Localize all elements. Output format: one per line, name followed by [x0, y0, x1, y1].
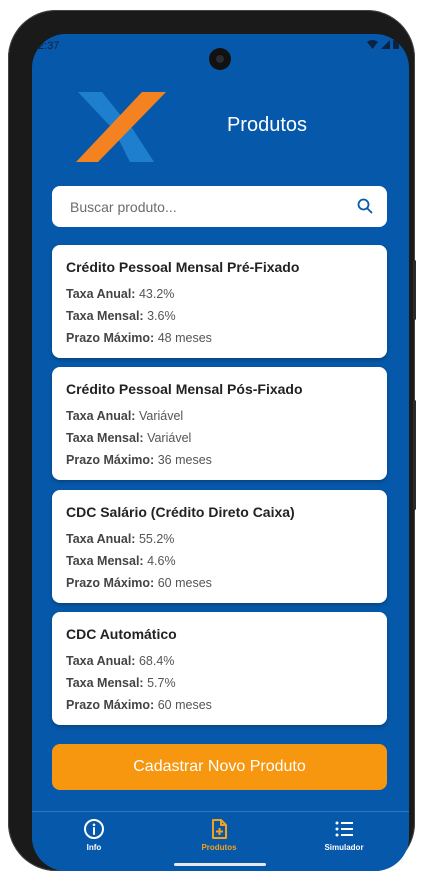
- tab-info[interactable]: Info: [54, 818, 134, 852]
- product-name: Crédito Pessoal Mensal Pré-Fixado: [66, 259, 300, 275]
- product-card[interactable]: CDC Automático Taxa Anual: 68.4% Taxa Me…: [52, 612, 387, 725]
- product-card[interactable]: Crédito Pessoal Mensal Pré-Fixado Taxa A…: [52, 245, 387, 358]
- battery-icon: [393, 39, 399, 49]
- prazo-row: Prazo Máximo: 60 meses: [66, 694, 373, 716]
- taxa-mensal-label: Taxa Mensal:: [66, 676, 144, 690]
- prazo-row: Prazo Máximo: 48 meses: [66, 327, 373, 349]
- product-name: CDC Salário (Crédito Direto Caixa): [66, 504, 295, 520]
- taxa-mensal-row: Taxa Mensal: Variável: [66, 427, 373, 449]
- taxa-anual-label: Taxa Anual:: [66, 532, 136, 546]
- prazo-value: 48 meses: [157, 331, 212, 345]
- status-time: 2:37: [38, 40, 60, 52]
- search-bar[interactable]: [52, 186, 387, 227]
- volume-button: [413, 400, 416, 510]
- taxa-mensal-label: Taxa Mensal:: [66, 431, 144, 445]
- bottom-tab-bar: Info Produtos Simulador: [32, 811, 409, 871]
- app-screen: 2:37 Produtos Crédito Pessoal Mensal Pré…: [32, 34, 409, 871]
- prazo-label: Prazo Máximo:: [66, 576, 155, 590]
- tab-produtos[interactable]: Produtos: [179, 818, 259, 852]
- prazo-row: Prazo Máximo: 60 meses: [66, 572, 373, 594]
- prazo-label: Prazo Máximo:: [66, 331, 155, 345]
- prazo-label: Prazo Máximo:: [66, 453, 155, 467]
- signal-icon: [381, 39, 390, 49]
- tab-produtos-label: Produtos: [201, 843, 237, 852]
- taxa-mensal-value: 3.6%: [147, 309, 176, 323]
- taxa-anual-row: Taxa Anual: Variável: [66, 405, 373, 427]
- product-card[interactable]: CDC Salário (Crédito Direto Caixa) Taxa …: [52, 490, 387, 603]
- page-title: Produtos: [226, 114, 308, 136]
- taxa-mensal-row: Taxa Mensal: 4.6%: [66, 550, 373, 572]
- taxa-mensal-row: Taxa Mensal: 5.7%: [66, 672, 373, 694]
- list-icon: [335, 821, 353, 837]
- product-name: CDC Automático: [66, 626, 177, 642]
- taxa-anual-label: Taxa Anual:: [66, 409, 136, 423]
- tab-simulador[interactable]: Simulador: [304, 818, 384, 852]
- taxa-anual-value: Variável: [138, 409, 184, 423]
- tab-simulador-label: Simulador: [324, 843, 364, 852]
- wifi-icon: [367, 39, 378, 49]
- taxa-anual-row: Taxa Anual: 55.2%: [66, 528, 373, 550]
- taxa-anual-row: Taxa Anual: 68.4%: [66, 650, 373, 672]
- power-button: [413, 260, 416, 320]
- front-camera: [209, 48, 231, 70]
- status-icons: [367, 39, 399, 49]
- document-plus-icon: [212, 819, 227, 839]
- taxa-anual-value: 68.4%: [138, 654, 175, 668]
- taxa-mensal-value: 5.7%: [147, 676, 176, 690]
- taxa-mensal-value: 4.6%: [147, 554, 176, 568]
- caixa-logo: [76, 92, 166, 162]
- product-card[interactable]: Crédito Pessoal Mensal Pós-Fixado Taxa A…: [52, 367, 387, 480]
- taxa-anual-label: Taxa Anual:: [66, 287, 136, 301]
- info-icon: [84, 819, 104, 839]
- search-input[interactable]: [68, 196, 342, 218]
- phone-frame: 2:37 Produtos Crédito Pessoal Mensal Pré…: [8, 10, 416, 871]
- add-product-button[interactable]: Cadastrar Novo Produto: [52, 744, 387, 790]
- prazo-value: 60 meses: [157, 698, 212, 712]
- taxa-anual-value: 55.2%: [138, 532, 175, 546]
- taxa-anual-label: Taxa Anual:: [66, 654, 136, 668]
- search-icon[interactable]: [357, 198, 373, 214]
- home-indicator[interactable]: [174, 863, 266, 866]
- prazo-label: Prazo Máximo:: [66, 698, 155, 712]
- taxa-mensal-row: Taxa Mensal: 3.6%: [66, 305, 373, 327]
- prazo-value: 60 meses: [157, 576, 212, 590]
- taxa-mensal-label: Taxa Mensal:: [66, 554, 144, 568]
- prazo-value: 36 meses: [157, 453, 212, 467]
- product-name: Crédito Pessoal Mensal Pós-Fixado: [66, 381, 303, 397]
- taxa-mensal-label: Taxa Mensal:: [66, 309, 144, 323]
- taxa-mensal-value: Variável: [147, 431, 192, 445]
- taxa-anual-value: 43.2%: [138, 287, 175, 301]
- prazo-row: Prazo Máximo: 36 meses: [66, 449, 373, 471]
- taxa-anual-row: Taxa Anual: 43.2%: [66, 283, 373, 305]
- tab-info-label: Info: [86, 843, 102, 852]
